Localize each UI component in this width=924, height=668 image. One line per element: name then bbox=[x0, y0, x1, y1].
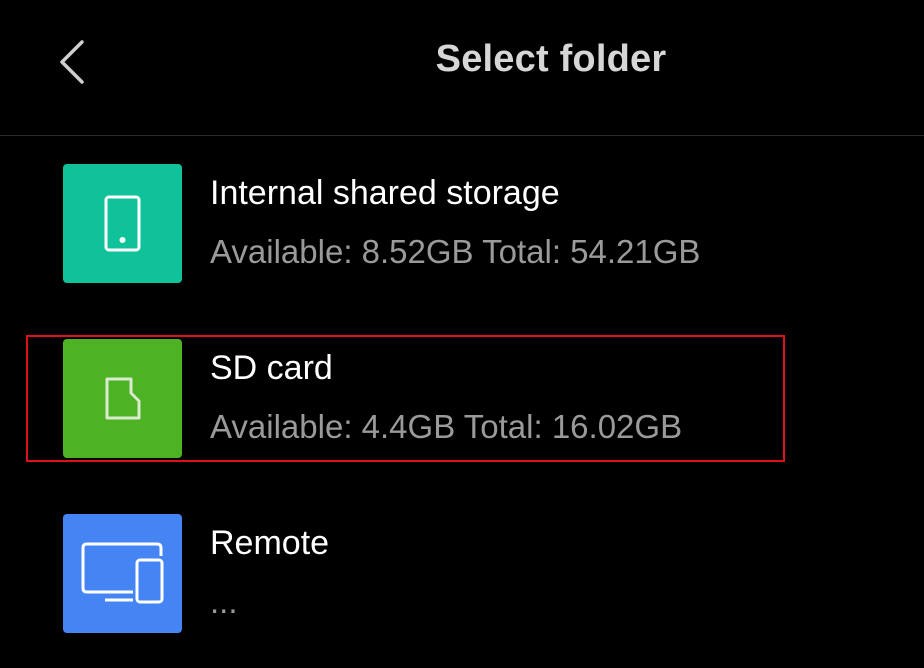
storage-item-remote[interactable]: Remote ... bbox=[0, 514, 924, 654]
storage-tile-internal bbox=[63, 164, 182, 283]
storage-info: Available: 8.52GB Total: 54.21GB bbox=[210, 233, 701, 270]
sd-card-icon bbox=[105, 377, 141, 420]
storage-info: ... bbox=[210, 583, 238, 620]
storage-item-sd-card[interactable]: SD card Available: 4.4GB Total: 16.02GB bbox=[0, 339, 924, 479]
phone-icon bbox=[104, 195, 141, 252]
storage-name: SD card bbox=[210, 349, 333, 387]
page-title: Select folder bbox=[435, 38, 667, 80]
header-bar: Select folder bbox=[0, 0, 924, 136]
storage-tile-sd-card bbox=[63, 339, 182, 458]
storage-name: Remote bbox=[210, 524, 330, 562]
storage-info: Available: 4.4GB Total: 16.02GB bbox=[210, 408, 683, 445]
storage-name: Internal shared storage bbox=[210, 174, 560, 212]
devices-icon bbox=[81, 542, 164, 604]
storage-tile-remote bbox=[63, 514, 182, 633]
storage-item-internal[interactable]: Internal shared storage Available: 8.52G… bbox=[0, 164, 924, 304]
